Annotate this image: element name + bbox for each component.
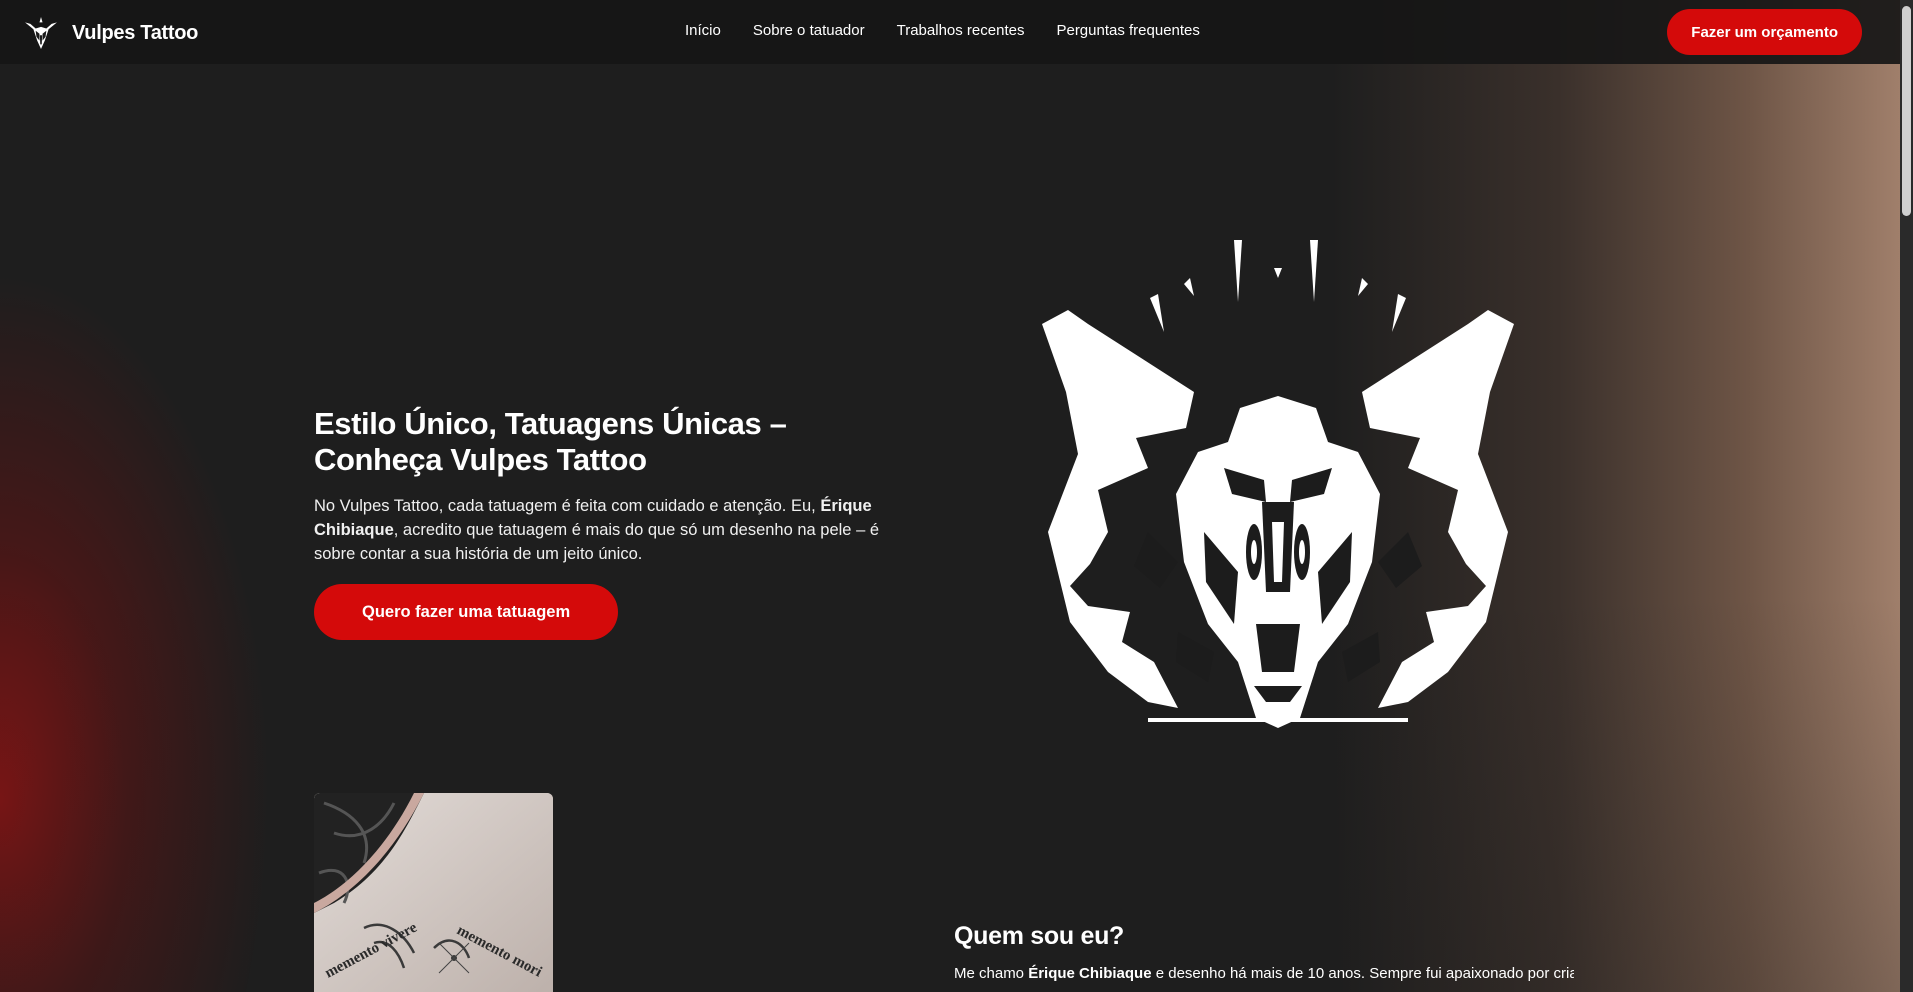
main-nav: Início Sobre o tatuador Trabalhos recent… <box>685 22 1200 39</box>
top-navbar: Vulpes Tattoo Início Sobre o tatuador Tr… <box>0 0 1900 64</box>
about-title: Quem sou eu? <box>954 922 1125 950</box>
hero-title: Estilo Único, Tatuagens Únicas – Conheça… <box>314 406 894 478</box>
fox-logo-icon <box>25 17 57 49</box>
tattoo-photo-image: memento mori memento vivere <box>314 793 553 992</box>
about-artist-name: Érique Chibiaque <box>1028 965 1152 982</box>
nav-link-trabalhos[interactable]: Trabalhos recentes <box>897 22 1025 39</box>
brand[interactable]: Vulpes Tattoo <box>22 14 198 52</box>
hero-text-part-2: , acredito que tatuagem é mais do que só… <box>314 521 880 563</box>
scrollbar-thumb[interactable] <box>1902 6 1911 216</box>
nav-link-sobre[interactable]: Sobre o tatuador <box>753 22 865 39</box>
page-background-shade <box>0 0 1900 992</box>
hero-title-line-2: Conheça Vulpes Tattoo <box>314 442 647 477</box>
hero-section: Estilo Único, Tatuagens Únicas – Conheça… <box>314 406 894 640</box>
nav-link-faq[interactable]: Perguntas frequentes <box>1056 22 1199 39</box>
brand-name: Vulpes Tattoo <box>72 21 199 44</box>
about-section: Quem sou eu? Me chamo Érique Chibiaque e… <box>954 922 1574 982</box>
hero-title-line-1: Estilo Único, Tatuagens Únicas – <box>314 406 787 441</box>
about-text-part-1: Me chamo <box>954 965 1029 982</box>
hero-text: No Vulpes Tattoo, cada tatuagem é feita … <box>314 494 894 566</box>
about-text-part-2: e desenho há mais de 10 anos. Sempre fui… <box>1151 965 1574 982</box>
tattoo-photo: memento mori memento vivere <box>314 793 553 992</box>
fox-emblem-icon <box>1042 240 1514 728</box>
about-text: Me chamo Érique Chibiaque e desenho há m… <box>954 965 1574 982</box>
tattoo-request-button[interactable]: Quero fazer uma tatuagem <box>314 584 619 640</box>
nav-link-inicio[interactable]: Início <box>685 22 721 39</box>
hero-text-part-1: No Vulpes Tattoo, cada tatuagem é feita … <box>314 497 821 515</box>
vertical-scrollbar[interactable] <box>1900 0 1913 992</box>
quote-button[interactable]: Fazer um orçamento <box>1667 9 1862 55</box>
